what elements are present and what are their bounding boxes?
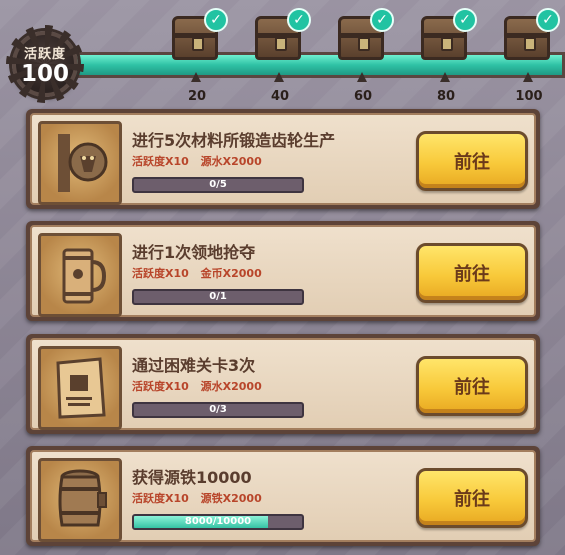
barrel-icon (38, 458, 122, 542)
task-title: 通过困难关卡3次 (132, 356, 256, 375)
wanted-poster-icon (38, 346, 122, 430)
milestone-chest-20[interactable]: ✓ (168, 8, 228, 82)
task-card: 进行5次材料所锻造齿轮生产 活跃度X10 源水X2000 0/5 前往 (26, 109, 540, 209)
reward-resource: 源铁X2000 (200, 492, 262, 505)
task-rewards: 活跃度X10 源水X2000 (132, 153, 270, 169)
task-progress-bar: 0/1 (132, 289, 304, 305)
check-icon: ✓ (204, 8, 228, 32)
check-icon: ✓ (453, 8, 477, 32)
task-card-body: 进行5次材料所锻造齿轮生产 活跃度X10 源水X2000 0/5 前往 (30, 113, 536, 205)
task-progress-text: 8000/10000 (184, 516, 252, 527)
milestone-label: 100 (515, 89, 543, 104)
milestone-chest-60[interactable]: ✓ (334, 8, 394, 82)
task-rewards: 活跃度X10 源铁X2000 (132, 490, 270, 506)
check-icon: ✓ (536, 8, 560, 32)
activity-progress-fill (60, 55, 562, 75)
task-progress-text: 0/3 (209, 404, 227, 415)
go-button[interactable]: 前往 (416, 468, 528, 528)
check-icon: ✓ (287, 8, 311, 32)
milestone-marker (274, 72, 284, 82)
milestone-label: 80 (436, 89, 456, 104)
reward-activity: 活跃度X10 (132, 155, 189, 168)
task-progress-bar: 8000/10000 (132, 514, 304, 530)
milestone-marker (523, 72, 533, 82)
reward-activity: 活跃度X10 (132, 492, 189, 505)
task-progress-text: 0/5 (209, 179, 227, 190)
task-card-body: 获得源铁10000 活跃度X10 源铁X2000 8000/10000 前往 (30, 450, 536, 542)
task-progress-text: 0/1 (209, 291, 227, 302)
milestone-marker (357, 72, 367, 82)
task-rewards: 活跃度X10 源水X2000 (132, 378, 270, 394)
milestone-label: 60 (353, 89, 373, 104)
task-title: 进行5次材料所锻造齿轮生产 (132, 131, 336, 150)
task-card: 进行1次领地抢夺 活跃度X10 金币X2000 0/1 前往 (26, 221, 540, 321)
task-progress-bar: 0/3 (132, 402, 304, 418)
milestone-marker (440, 72, 450, 82)
task-card: 获得源铁10000 活跃度X10 源铁X2000 8000/10000 前往 (26, 446, 540, 546)
gear-lion-icon (38, 121, 122, 205)
mug-icon (38, 233, 122, 317)
activity-badge: 活跃度 100 (6, 25, 84, 103)
reward-activity: 活跃度X10 (132, 380, 189, 393)
task-title: 进行1次领地抢夺 (132, 243, 256, 262)
task-card: 通过困难关卡3次 活跃度X10 源水X2000 0/3 前往 (26, 334, 540, 434)
check-icon: ✓ (370, 8, 394, 32)
go-button[interactable]: 前往 (416, 131, 528, 191)
reward-activity: 活跃度X10 (132, 267, 189, 280)
task-rewards: 活跃度X10 金币X2000 (132, 265, 270, 281)
go-button[interactable]: 前往 (416, 243, 528, 303)
milestone-label: 40 (270, 89, 290, 104)
activity-value: 100 (20, 60, 69, 87)
milestone-chest-100[interactable]: ✓ (500, 8, 560, 82)
task-card-body: 通过困难关卡3次 活跃度X10 源水X2000 0/3 前往 (30, 338, 536, 430)
task-card-body: 进行1次领地抢夺 活跃度X10 金币X2000 0/1 前往 (30, 225, 536, 317)
reward-resource: 源水X2000 (200, 155, 262, 168)
task-title: 获得源铁10000 (132, 468, 252, 487)
milestone-marker (191, 72, 201, 82)
go-button[interactable]: 前往 (416, 356, 528, 416)
task-progress-bar: 0/5 (132, 177, 304, 193)
milestone-chest-40[interactable]: ✓ (251, 8, 311, 82)
activity-progress-bar (60, 52, 565, 78)
reward-resource: 金币X2000 (200, 267, 262, 280)
milestone-chest-80[interactable]: ✓ (417, 8, 477, 82)
activity-label: 活跃度 (23, 46, 66, 62)
reward-resource: 源水X2000 (200, 380, 262, 393)
milestone-label: 20 (187, 89, 207, 104)
